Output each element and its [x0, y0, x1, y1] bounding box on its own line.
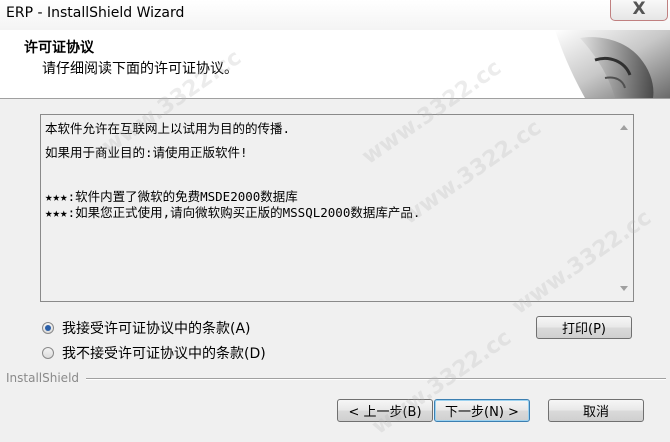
installer-window: ERP - InstallShield Wizard X 许可证协议 请仔细阅读…	[0, 0, 670, 442]
decline-radio-option[interactable]: 我不接受许可证协议中的条款(D)	[42, 343, 266, 363]
accept-radio[interactable]	[42, 322, 54, 334]
next-button[interactable]: 下一步(N) >	[434, 399, 530, 422]
installshield-brand-label: InstallShield	[6, 371, 80, 385]
license-line: 本软件允许在互联网上以试用为目的的传播.	[45, 121, 291, 136]
print-button[interactable]: 打印(P)	[536, 316, 632, 339]
close-button[interactable]: X	[610, 0, 668, 21]
header-subtitle: 请仔细阅读下面的许可证协议。	[42, 61, 238, 77]
decline-radio-label[interactable]: 我不接受许可证协议中的条款(D)	[62, 343, 266, 363]
license-text: 本软件允许在互联网上以试用为目的的传播. 如果用于商业目的:请使用正版软件! ★…	[45, 121, 615, 221]
watermark: www.3322.cc	[367, 325, 516, 440]
license-text-box[interactable]: 本软件允许在互联网上以试用为目的的传播. 如果用于商业目的:请使用正版软件! ★…	[40, 114, 634, 302]
footer-divider	[86, 378, 666, 380]
license-line: ★★★:如果您正式使用,请向微软购买正版的MSSQL2000数据库产品.	[45, 205, 421, 220]
accept-radio-option[interactable]: 我接受许可证协议中的条款(A)	[42, 318, 251, 338]
vertical-scrollbar[interactable]	[616, 115, 633, 301]
license-line: ★★★:软件内置了微软的免费MSDE2000数据库	[45, 189, 298, 204]
decline-radio[interactable]	[42, 347, 54, 359]
back-button[interactable]: < 上一步(B)	[337, 399, 433, 422]
cancel-button[interactable]: 取消	[548, 399, 644, 422]
scroll-up-arrow-icon[interactable]	[620, 125, 628, 130]
wizard-header: 许可证协议 请仔细阅读下面的许可证协议。	[0, 30, 670, 99]
close-icon: X	[632, 0, 646, 19]
title-bar[interactable]: ERP - InstallShield Wizard X	[0, 0, 670, 30]
scroll-down-arrow-icon[interactable]	[620, 286, 628, 291]
window-title: ERP - InstallShield Wizard	[6, 5, 185, 21]
license-line: 如果用于商业目的:请使用正版软件!	[45, 145, 248, 160]
installshield-face-art-icon	[555, 30, 670, 98]
accept-radio-label[interactable]: 我接受许可证协议中的条款(A)	[62, 318, 251, 338]
header-title: 许可证协议	[24, 40, 94, 56]
